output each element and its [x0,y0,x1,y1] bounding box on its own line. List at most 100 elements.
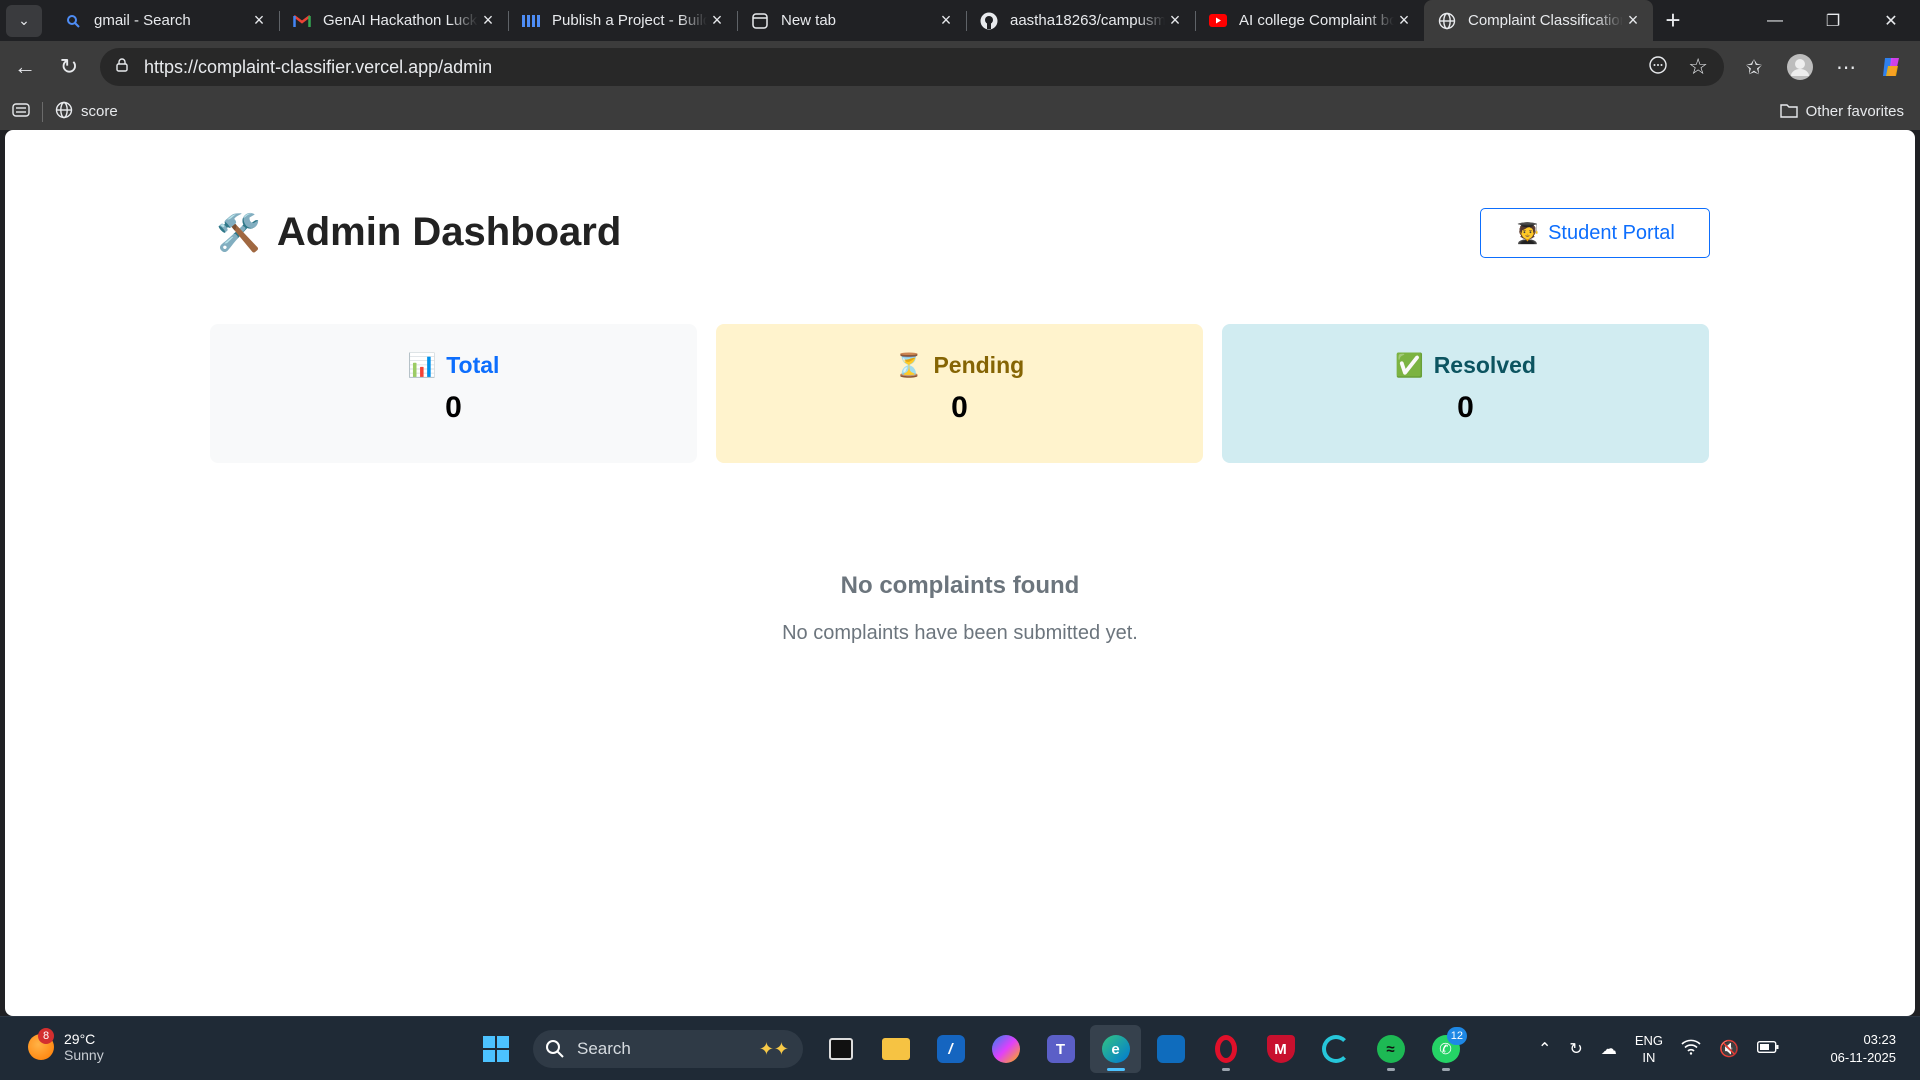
arc-app[interactable] [1310,1025,1361,1073]
page-title-text: Admin Dashboard [276,210,622,254]
address-bar-actions: ☆ [1648,48,1708,86]
tab-publish-project[interactable]: Publish a Project - Build × [508,0,737,41]
tab-title: New tab [781,12,837,29]
sun-icon: 8 [28,1028,54,1060]
folder-icon [1779,102,1798,122]
shield-icon: M [1266,1035,1295,1063]
close-icon[interactable]: × [936,10,956,31]
close-window-icon[interactable]: ✕ [1862,0,1920,41]
sync-icon[interactable]: ↻ [1569,1039,1582,1059]
copilot-app[interactable] [980,1025,1031,1073]
tab-genai-hackathon[interactable]: GenAI Hackathon Lucknow × [279,0,508,41]
taskbar-apps: Search ✦✦ / T e M ≈ ✆ 12 [470,1025,1471,1073]
stat-label-text: Total [446,352,500,378]
restore-icon[interactable]: ❐ [1804,0,1862,41]
gmail-icon [293,12,311,30]
favorite-score[interactable]: score [55,101,118,123]
language-line1: ENG [1634,1033,1663,1048]
opera-icon [1214,1035,1237,1063]
minimize-icon[interactable]: — [1746,0,1804,41]
battery-icon[interactable] [1756,1040,1779,1058]
mcafee-app[interactable]: M [1255,1025,1306,1073]
favorites-icon[interactable]: ✩ [1735,48,1773,86]
other-favorites-label: Other favorites [1805,103,1904,120]
close-icon[interactable]: × [1623,10,1643,31]
weather-widget[interactable]: 8 29°C Sunny [28,1028,104,1063]
stat-card-total: 📊 Total 0 [210,324,697,463]
language-indicator[interactable]: ENG IN [1635,1032,1663,1066]
teams-app[interactable]: T [1035,1025,1086,1073]
app-icon: / [936,1035,965,1063]
star-icon[interactable]: ☆ [1688,54,1708,80]
student-portal-button[interactable]: 🧑‍🎓 Student Portal [1480,208,1710,258]
clock-date: 06-11-2025 [1830,1050,1896,1065]
opera-app[interactable] [1200,1025,1251,1073]
window-controls: — ❐ ✕ [1746,0,1920,41]
copilot-icon[interactable] [1873,48,1911,86]
weather-temp: 29°C [64,1031,96,1047]
reload-button[interactable]: ↻ [49,47,89,87]
tab-sidebar-icon[interactable] [12,102,30,121]
tab-gmail-search[interactable]: gmail - Search × [50,0,279,41]
tab-title: GenAI Hackathon Lucknow [323,12,478,29]
stat-label-text: Pending [933,352,1025,378]
empty-state-title: No complaints found [840,572,1080,599]
other-favorites[interactable]: Other favorites [1779,93,1904,130]
tab-github-repo[interactable]: aastha18263/campusmate × [966,0,1195,41]
chart-icon: 📊 [407,352,437,378]
store-app[interactable] [1145,1025,1196,1073]
reading-mode-icon[interactable] [1648,55,1668,80]
file-explorer-app[interactable] [870,1025,921,1073]
taskbar-search[interactable]: Search ✦✦ [533,1030,803,1068]
url-text: https://complaint-classifier.vercel.app/… [144,56,493,77]
globe-icon [1438,12,1456,30]
student-portal-label: Student Portal [1548,221,1675,244]
cloud-icon[interactable]: ☁ [1601,1039,1617,1059]
hourglass-icon: ⏳ [894,352,924,378]
stat-label: 📊 Total [408,352,500,379]
taskbar-search-placeholder: Search [577,1039,631,1058]
spotify-icon: ≈ [1376,1035,1405,1063]
editor-app[interactable]: / [925,1025,976,1073]
whatsapp-app[interactable]: ✆ 12 [1420,1025,1471,1073]
reload-icon: ↻ [59,54,79,79]
weather-condition: Sunny [64,1047,104,1063]
volume-muted-icon[interactable]: 🔇 [1719,1039,1739,1059]
check-icon: ✅ [1395,352,1424,378]
windows-icon [482,1036,509,1062]
stat-card-pending: ⏳ Pending 0 [716,324,1203,463]
start-button[interactable] [470,1025,521,1073]
close-icon[interactable]: × [249,10,269,31]
spotify-app[interactable]: ≈ [1365,1025,1416,1073]
new-tab-button[interactable]: + [1655,3,1691,39]
site-info-icon[interactable] [114,57,130,78]
close-icon[interactable]: × [1165,10,1185,31]
toolbar-right: ✩ ⋯ [1735,41,1911,93]
arc-icon [1321,1035,1350,1063]
more-options-icon[interactable]: ⋯ [1827,48,1865,86]
task-view-app[interactable] [815,1025,866,1073]
tab-actions-menu[interactable]: ⌄ [6,4,42,37]
close-icon[interactable]: × [1394,10,1414,31]
running-indicator [1441,1068,1450,1071]
edge-app[interactable]: e [1090,1025,1141,1073]
chevron-up-icon[interactable]: ⌃ [1538,1039,1551,1059]
tab-new-tab[interactable]: New tab × [737,0,966,41]
profile-avatar[interactable] [1781,48,1819,86]
close-icon[interactable]: × [478,10,498,31]
address-bar[interactable]: https://complaint-classifier.vercel.app/… [100,48,1724,86]
wifi-icon[interactable] [1681,1039,1701,1060]
clock[interactable]: 03:23 06-11-2025 [1830,1031,1896,1067]
tab-youtube-video[interactable]: AI college Complaint bot × [1195,0,1424,41]
chevron-down-icon: ⌄ [18,12,30,28]
stat-value-resolved: 0 [1457,391,1474,424]
tab-title: aastha18263/campusmate [1010,12,1165,29]
stat-label-text: Resolved [1433,352,1536,378]
back-button[interactable]: ← [5,47,45,87]
notification-badge: 12 [1446,1027,1467,1045]
github-icon [980,12,998,30]
close-icon[interactable]: × [707,10,727,31]
tab-complaint-classification[interactable]: Complaint Classification × [1424,0,1653,41]
divider [42,101,43,122]
active-indicator [1106,1068,1125,1071]
